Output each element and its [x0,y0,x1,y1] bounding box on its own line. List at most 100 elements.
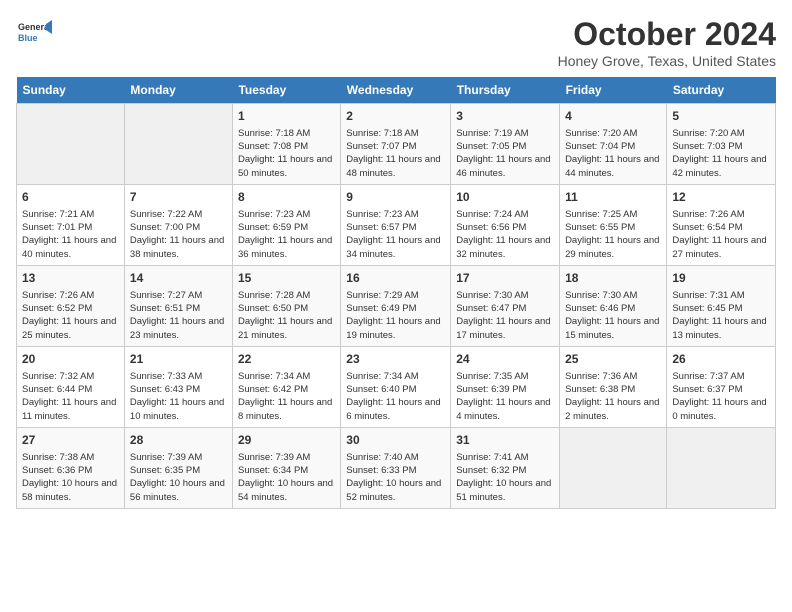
calendar-cell: 4 Sunrise: 7:20 AM Sunset: 7:04 PM Daylig… [560,104,667,185]
calendar-cell [560,427,667,508]
day-number: 11 [565,189,661,206]
day-number: 23 [346,351,445,368]
calendar-cell: 21 Sunrise: 7:33 AM Sunset: 6:43 PM Dayli… [124,346,232,427]
calendar-cell: 8 Sunrise: 7:23 AM Sunset: 6:59 PM Daylig… [232,184,340,265]
cell-content: Sunrise: 7:20 AM Sunset: 7:04 PM Dayligh… [565,127,661,180]
day-number: 15 [238,270,335,287]
day-number: 5 [672,108,770,125]
cell-content: Sunrise: 7:34 AM Sunset: 6:40 PM Dayligh… [346,370,445,423]
day-header: Tuesday [232,77,340,104]
day-number: 21 [130,351,227,368]
day-header: Sunday [17,77,125,104]
cell-content: Sunrise: 7:30 AM Sunset: 6:46 PM Dayligh… [565,289,661,342]
day-number: 7 [130,189,227,206]
day-number: 4 [565,108,661,125]
cell-content: Sunrise: 7:30 AM Sunset: 6:47 PM Dayligh… [456,289,554,342]
calendar-cell: 11 Sunrise: 7:25 AM Sunset: 6:55 PM Dayli… [560,184,667,265]
calendar-cell: 17 Sunrise: 7:30 AM Sunset: 6:47 PM Dayli… [451,265,560,346]
calendar-cell: 31 Sunrise: 7:41 AM Sunset: 6:32 PM Dayli… [451,427,560,508]
cell-content: Sunrise: 7:40 AM Sunset: 6:33 PM Dayligh… [346,451,445,504]
cell-content: Sunrise: 7:33 AM Sunset: 6:43 PM Dayligh… [130,370,227,423]
day-number: 2 [346,108,445,125]
calendar-cell: 28 Sunrise: 7:39 AM Sunset: 6:35 PM Dayli… [124,427,232,508]
day-number: 14 [130,270,227,287]
calendar-cell [124,104,232,185]
cell-content: Sunrise: 7:26 AM Sunset: 6:54 PM Dayligh… [672,208,770,261]
calendar-cell: 23 Sunrise: 7:34 AM Sunset: 6:40 PM Dayli… [341,346,451,427]
calendar-cell [17,104,125,185]
day-header: Friday [560,77,667,104]
day-number: 25 [565,351,661,368]
calendar-cell: 12 Sunrise: 7:26 AM Sunset: 6:54 PM Dayli… [667,184,776,265]
day-number: 1 [238,108,335,125]
calendar-week-row: 6 Sunrise: 7:21 AM Sunset: 7:01 PM Daylig… [17,184,776,265]
calendar-cell: 10 Sunrise: 7:24 AM Sunset: 6:56 PM Dayli… [451,184,560,265]
cell-content: Sunrise: 7:25 AM Sunset: 6:55 PM Dayligh… [565,208,661,261]
cell-content: Sunrise: 7:23 AM Sunset: 6:59 PM Dayligh… [238,208,335,261]
month-title: October 2024 [558,16,776,53]
calendar-cell: 9 Sunrise: 7:23 AM Sunset: 6:57 PM Daylig… [341,184,451,265]
cell-content: Sunrise: 7:19 AM Sunset: 7:05 PM Dayligh… [456,127,554,180]
day-number: 31 [456,432,554,449]
cell-content: Sunrise: 7:32 AM Sunset: 6:44 PM Dayligh… [22,370,119,423]
day-number: 24 [456,351,554,368]
cell-content: Sunrise: 7:22 AM Sunset: 7:00 PM Dayligh… [130,208,227,261]
calendar-cell: 19 Sunrise: 7:31 AM Sunset: 6:45 PM Dayli… [667,265,776,346]
day-header: Saturday [667,77,776,104]
day-number: 16 [346,270,445,287]
svg-text:Blue: Blue [18,33,38,43]
day-header: Thursday [451,77,560,104]
day-number: 19 [672,270,770,287]
cell-content: Sunrise: 7:23 AM Sunset: 6:57 PM Dayligh… [346,208,445,261]
calendar-cell: 26Sunrise: 7:37 AM Sunset: 6:37 PM Dayli… [667,346,776,427]
cell-content: Sunrise: 7:41 AM Sunset: 6:32 PM Dayligh… [456,451,554,504]
calendar-week-row: 13 Sunrise: 7:26 AM Sunset: 6:52 PM Dayli… [17,265,776,346]
cell-content: Sunrise: 7:21 AM Sunset: 7:01 PM Dayligh… [22,208,119,261]
calendar-cell: 15Sunrise: 7:28 AM Sunset: 6:50 PM Dayli… [232,265,340,346]
calendar-body: 1 Sunrise: 7:18 AM Sunset: 7:08 PM Daylig… [17,104,776,509]
day-number: 27 [22,432,119,449]
calendar-cell: 16Sunrise: 7:29 AM Sunset: 6:49 PM Dayli… [341,265,451,346]
calendar-header-row: SundayMondayTuesdayWednesdayThursdayFrid… [17,77,776,104]
calendar-cell: 24Sunrise: 7:35 AM Sunset: 6:39 PM Dayli… [451,346,560,427]
cell-content: Sunrise: 7:39 AM Sunset: 6:34 PM Dayligh… [238,451,335,504]
day-number: 8 [238,189,335,206]
day-number: 13 [22,270,119,287]
calendar-cell: 27 Sunrise: 7:38 AM Sunset: 6:36 PM Dayli… [17,427,125,508]
day-number: 6 [22,189,119,206]
cell-content: Sunrise: 7:34 AM Sunset: 6:42 PM Dayligh… [238,370,335,423]
cell-content: Sunrise: 7:39 AM Sunset: 6:35 PM Dayligh… [130,451,227,504]
day-header: Monday [124,77,232,104]
cell-content: Sunrise: 7:38 AM Sunset: 6:36 PM Dayligh… [22,451,119,504]
day-number: 17 [456,270,554,287]
calendar-table: SundayMondayTuesdayWednesdayThursdayFrid… [16,77,776,509]
day-number: 3 [456,108,554,125]
cell-content: Sunrise: 7:36 AM Sunset: 6:38 PM Dayligh… [565,370,661,423]
cell-content: Sunrise: 7:20 AM Sunset: 7:03 PM Dayligh… [672,127,770,180]
day-number: 28 [130,432,227,449]
cell-content: Sunrise: 7:18 AM Sunset: 7:08 PM Dayligh… [238,127,335,180]
calendar-week-row: 1 Sunrise: 7:18 AM Sunset: 7:08 PM Daylig… [17,104,776,185]
cell-content: Sunrise: 7:31 AM Sunset: 6:45 PM Dayligh… [672,289,770,342]
calendar-week-row: 27 Sunrise: 7:38 AM Sunset: 6:36 PM Dayli… [17,427,776,508]
logo: General Blue [16,16,56,52]
page-header: General Blue October 2024 Honey Grove, T… [16,16,776,69]
calendar-cell [667,427,776,508]
calendar-cell: 3 Sunrise: 7:19 AM Sunset: 7:05 PM Daylig… [451,104,560,185]
cell-content: Sunrise: 7:26 AM Sunset: 6:52 PM Dayligh… [22,289,119,342]
logo-icon: General Blue [16,16,52,52]
calendar-cell: 22 Sunrise: 7:34 AM Sunset: 6:42 PM Dayli… [232,346,340,427]
calendar-cell: 13 Sunrise: 7:26 AM Sunset: 6:52 PM Dayli… [17,265,125,346]
day-number: 18 [565,270,661,287]
calendar-cell: 29 Sunrise: 7:39 AM Sunset: 6:34 PM Dayli… [232,427,340,508]
day-number: 10 [456,189,554,206]
day-number: 29 [238,432,335,449]
day-number: 12 [672,189,770,206]
calendar-week-row: 20Sunrise: 7:32 AM Sunset: 6:44 PM Dayli… [17,346,776,427]
location: Honey Grove, Texas, United States [558,53,776,69]
day-number: 22 [238,351,335,368]
cell-content: Sunrise: 7:27 AM Sunset: 6:51 PM Dayligh… [130,289,227,342]
calendar-cell: 30Sunrise: 7:40 AM Sunset: 6:33 PM Dayli… [341,427,451,508]
day-number: 9 [346,189,445,206]
cell-content: Sunrise: 7:24 AM Sunset: 6:56 PM Dayligh… [456,208,554,261]
